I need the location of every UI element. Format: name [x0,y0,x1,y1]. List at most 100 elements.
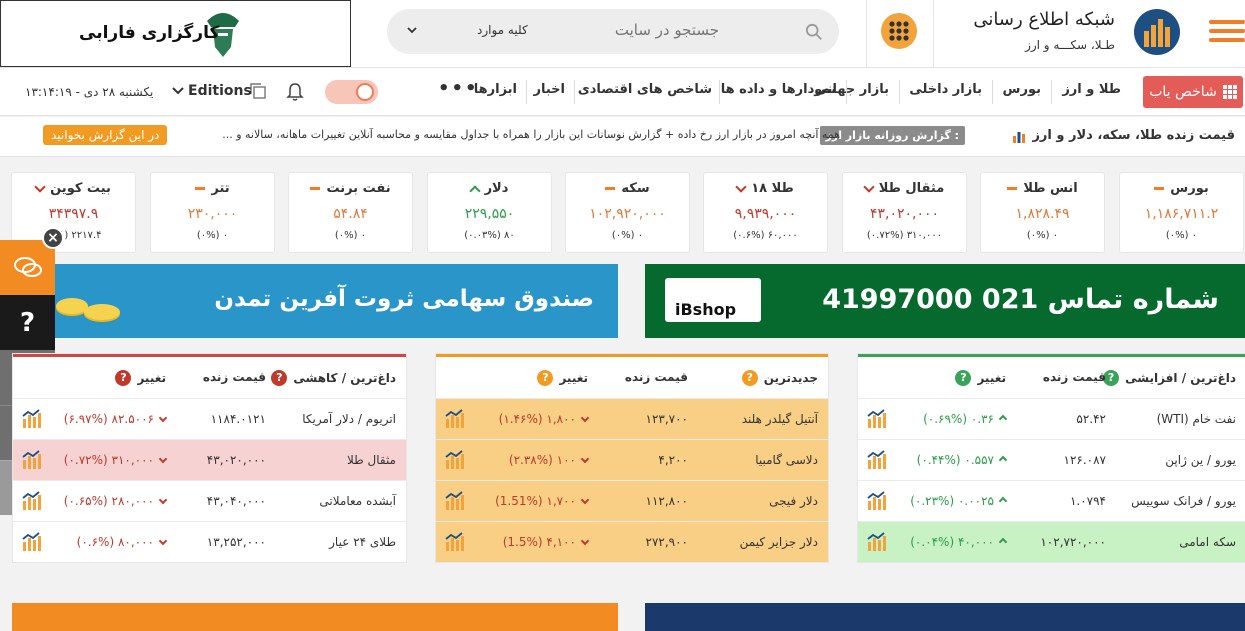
mini-chart-icon[interactable] [866,450,888,470]
row-name[interactable]: آنتیل گیلدر هلند [742,412,818,426]
row-name[interactable]: یورو / ین ژاپن [1165,453,1236,467]
ticker-badge: گزارش روزانه بازار ارز : [819,126,965,145]
mini-chart-icon[interactable] [21,409,43,429]
theme-toggle[interactable] [325,80,378,104]
bell-icon[interactable] [286,82,304,102]
mini-chart-icon[interactable] [444,450,466,470]
mini-chart-icon[interactable] [21,450,43,470]
row-name[interactable]: نفت خام (WTI) [1157,412,1236,426]
search-scope-select[interactable]: کلیه موارد [407,23,528,37]
table-row[interactable]: مثقال طلا ۴۳,۰۲۰,۰۰۰ ۳۱۰,۰۰۰ (۰.۷۲%) [13,439,406,480]
card-title: طلا ۱۸ [704,180,827,196]
top-ad-banner[interactable]: کارگزاری فارابی [0,0,351,67]
help-icon[interactable]: ? [537,370,554,386]
table-row[interactable]: دلار جزایر کیمن ۲۷۲,۹۰۰ ۴,۱۰۰ (1.5%) [436,521,828,562]
nav-item-charts-data[interactable]: نمودارها و داده ها [721,82,836,97]
table-header: ? جدیدترین قیمت زنده? تغییر [436,354,828,398]
search-icon[interactable] [805,23,823,41]
help-icon[interactable]: ? [271,370,288,386]
price-card[interactable]: بورس ۱,۱۸۶,۷۱۱.۲ ۰ (۰%) [1119,172,1244,253]
arrow-down-icon [735,180,747,193]
menu-icon[interactable] [1209,20,1245,46]
row-name[interactable]: طلای ۲۴ عیار [329,535,396,549]
help-button[interactable]: ? [0,295,55,350]
mini-chart-icon[interactable] [866,491,888,511]
mini-chart-icon[interactable] [444,532,466,552]
row-name[interactable]: یورو / فرانک سوییس [1131,494,1236,508]
chat-button[interactable] [0,240,55,295]
card-change: ۰ (۰%) [611,230,644,241]
table-row[interactable]: آنتیل گیلدر هلند ۱۲۳,۷۰۰ ۱,۸۰۰ (۱.۴۶%) [436,398,828,439]
nav-item-domestic-market[interactable]: بازار داخلی [909,82,982,97]
row-change-text: ۱,۸۰۰ (۱.۴۶%) [498,412,576,426]
market-table-gainers: ? داغ‌ترین / افزایشی قیمت زنده? تغییر نفت خا… [857,353,1245,563]
divider [719,80,720,104]
table-row[interactable]: نفت خام (WTI) ۵۲.۴۲ ۰.۳۶ (۰.۶۹%) [858,398,1245,439]
price-card[interactable]: سکه ۱۰۲,۹۲۰,۰۰۰ ۰ (۰%) [565,172,690,253]
apps-grid-icon[interactable] [881,13,917,49]
col-header-name: ? جدیدترین [741,370,818,386]
index-finder-button[interactable]: شاخص یاب [1143,76,1243,108]
mini-chart-icon[interactable] [866,409,888,429]
row-name[interactable]: آبشده معاملاتی [319,494,396,508]
mini-chart-icon[interactable] [444,491,466,511]
help-icon[interactable]: ? [115,370,132,386]
nav-item-bourse[interactable]: بورس [1003,82,1041,97]
bottom-ad-left[interactable] [12,603,618,631]
nav-item-tools[interactable]: ابزارها [474,82,517,97]
help-icon[interactable]: ? [741,370,758,386]
fund-ad-banner[interactable]: صندوق سهامی ثروت آفرین تمدن [50,264,618,338]
card-name: سکه [621,181,650,196]
help-icon[interactable]: ? [955,370,972,386]
row-name[interactable]: مثقال طلا [347,453,396,467]
no-change-icon [1154,187,1165,190]
col-header-price-text: قیمت زنده [624,370,688,384]
mini-chart-icon[interactable] [444,409,466,429]
site-logo[interactable] [1134,9,1180,55]
ticker-title[interactable]: قیمت زنده طلا، سکه، دلار و ارز [1012,128,1235,143]
price-card[interactable]: دلار ۲۲۹,۵۵۰ ۸۰ (۰.۰۳%) [427,172,552,253]
search-bar: کلیه موارد [387,9,839,54]
row-name[interactable]: دلار جزایر کیمن [740,535,818,549]
price-card[interactable]: مثقال طلا ۴۳,۰۲۰,۰۰۰ ۳۱۰,۰۰۰ (۰.۷۲%) [842,172,967,253]
editions-dropdown[interactable]: Editions [172,83,252,99]
table-row[interactable]: دلاسی گامبیا ۴,۲۰۰ ۱۰۰ (۲.۳۸%) [436,439,828,480]
nav-item-news[interactable]: اخبار [534,82,566,97]
price-card[interactable]: انس طلا ۱,۸۲۸.۴۹ ۰ (۰%) [980,172,1105,253]
bottom-ad-right[interactable] [645,603,1245,631]
row-name[interactable]: سکه امامی [1179,535,1236,549]
row-name[interactable]: دلار فیجی [769,494,818,508]
contact-ad-banner[interactable]: شماره تماس 021 41997000 iBshop [645,264,1245,338]
arrow-down-icon [580,536,590,545]
mini-chart-icon[interactable] [866,532,888,552]
arrow-up-icon [998,455,1008,465]
table-row[interactable]: سکه امامی ۱۰۲,۷۲۰,۰۰۰ ۴۰,۰۰۰ (۰.۰۴%) [858,521,1245,562]
table-row[interactable]: یورو / ین ژاپن ۱۲۶.۰۸۷ ۰.۵۵۷ (۰.۴۴%) [858,439,1245,480]
table-row[interactable]: یورو / فرانک سوییس ۱.۰۷۹۴ ۰.۰۰۲۵ (۰.۲۳%) [858,480,1245,521]
close-sidebar-button[interactable]: × [42,227,64,249]
nav-item-economic-indices[interactable]: شاخص های اقتصادی [578,82,712,97]
col-header-price: قیمت زنده [1043,370,1106,384]
table-row[interactable]: اتریوم / دلار آمریکا ۱۱۸۴.۰۱۲۱ ۸۲.۵۰۰۶ (۶.… [13,398,406,439]
mini-chart-icon[interactable] [21,491,43,511]
table-row[interactable]: آبشده معاملاتی ۴۳,۰۴۰,۰۰۰ ۲۸۰,۰۰۰ (۰.۶۵%) [13,480,406,521]
page: شبکه اطلاع رسانی طـلا، سکـــه و ارز کلیه… [0,0,1245,631]
ticker-text[interactable]: همه آنچه امروز در بازار ارز رخ داده + گز… [180,128,840,141]
table-row[interactable]: طلای ۲۴ عیار ۱۳,۲۵۲,۰۰۰ ۸۰,۰۰۰ (۰.۶%) [13,521,406,562]
ibshop-logo-text: iBshop [675,300,737,319]
chevron-down-icon [407,27,417,34]
arrow-down-icon [863,180,875,193]
price-card[interactable]: تتر ۲۳۰,۰۰۰ ۰ (۰%) [150,172,275,253]
price-card[interactable]: طلا ۱۸ ۹,۹۳۹,۰۰۰ ۶۰,۰۰۰ (۰.۶%) [703,172,828,253]
table-row[interactable]: دلار فیجی ۱۱۲,۸۰۰ ۱,۷۰۰ (1.51%) [436,480,828,521]
ticker-read-more-link[interactable]: در این گزارش بخوانید [43,125,168,145]
site-title[interactable]: شبکه اطلاع رسانی [973,9,1115,30]
price-card[interactable]: نفت برنت ۵۴.۸۴ ۰ (۰%) [288,172,413,253]
nav-item-gold-currency[interactable]: طلا و ارز [1062,82,1121,97]
more-menu-button[interactable]: ••• [438,78,479,99]
mini-chart-icon[interactable] [21,532,43,552]
row-name[interactable]: دلاسی گامبیا [755,453,818,467]
card-change: ۰ (۰%) [196,230,229,241]
arrow-up-icon [998,537,1008,547]
row-name[interactable]: اتریوم / دلار آمریکا [302,412,396,426]
